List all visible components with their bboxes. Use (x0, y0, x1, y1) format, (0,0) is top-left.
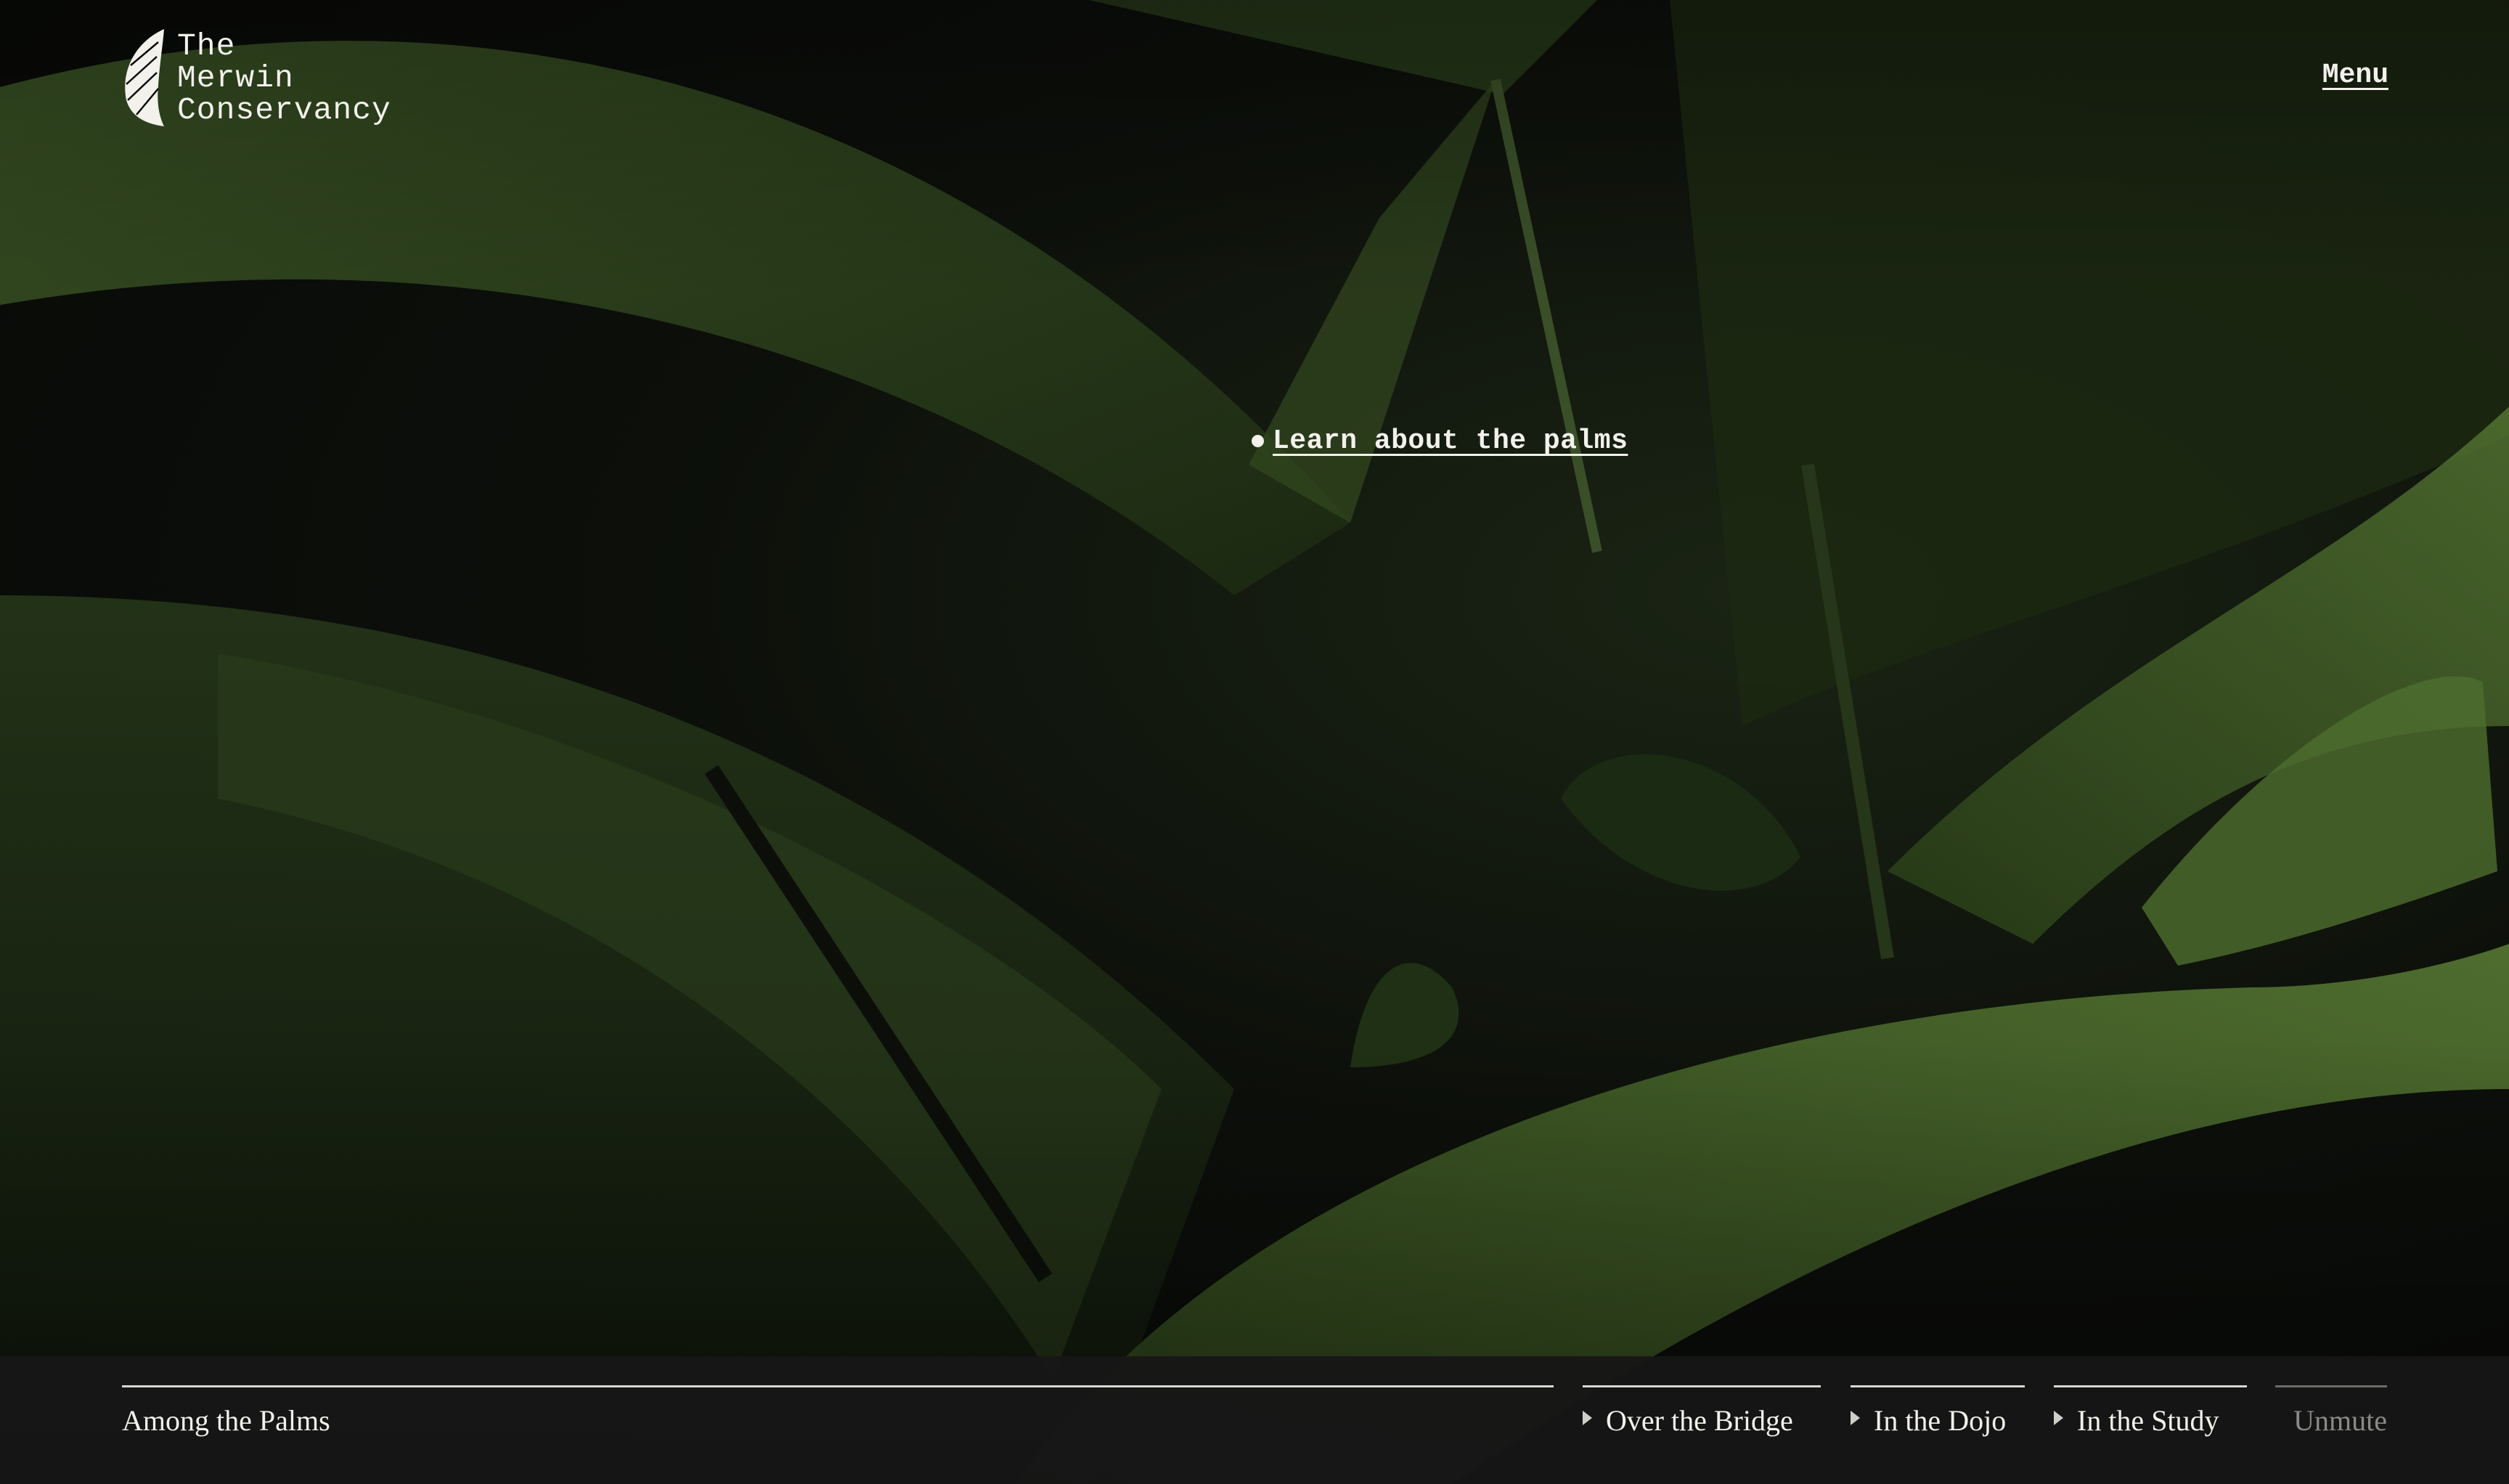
scene-label: Over the Bridge (1606, 1404, 1793, 1437)
unmute-label: Unmute (2293, 1404, 2387, 1437)
scene-label: In the Dojo (1874, 1404, 2007, 1437)
play-triangle-icon (1851, 1410, 1860, 1425)
scene-label: In the Study (2077, 1404, 2219, 1437)
current-scene-label: Among the Palms (122, 1404, 330, 1437)
palm-frond-icon (125, 29, 164, 126)
menu-button[interactable]: Menu (2322, 60, 2388, 91)
play-triangle-icon (1583, 1410, 1592, 1425)
play-triangle-icon (2054, 1410, 2063, 1425)
scene-navigation-bar: Among the Palms Over the Bridge In the D… (0, 1356, 2509, 1484)
current-scene-progress[interactable]: Among the Palms (122, 1385, 1554, 1446)
hero-video-background (0, 0, 2509, 1484)
learn-about-palms-link[interactable]: Learn about the palms (1252, 425, 1628, 457)
hotspot-label: Learn about the palms (1273, 425, 1628, 457)
brand-name: The Merwin Conservancy (177, 28, 391, 128)
dot-icon (1252, 435, 1264, 447)
unmute-button[interactable]: Unmute (2275, 1385, 2387, 1446)
palm-foliage-image (0, 0, 2509, 1484)
scene-over-the-bridge[interactable]: Over the Bridge (1583, 1385, 1821, 1446)
scene-in-the-study[interactable]: In the Study (2054, 1385, 2247, 1446)
brand-logo[interactable]: The Merwin Conservancy (121, 28, 391, 128)
scene-in-the-dojo[interactable]: In the Dojo (1851, 1385, 2025, 1446)
